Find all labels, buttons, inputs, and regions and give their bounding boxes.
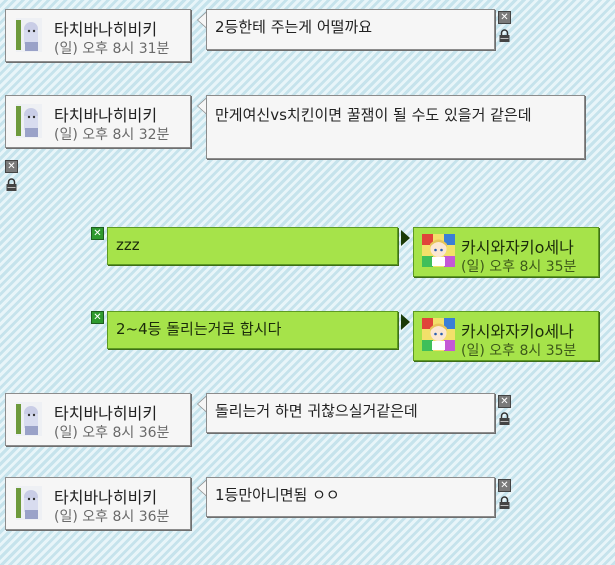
message-text: 만게여신vs치킨이면 꿀잼이 될 수도 있을거 같은데 (215, 106, 532, 124)
message-1-bubble: 2등한테 주는게 어떨까요 (206, 9, 495, 50)
sender-name[interactable]: 타치바나히비키 (54, 484, 157, 508)
avatar-hibiki-icon (16, 104, 42, 138)
message-text: 1등만아니면됨 ㅇㅇ (215, 486, 340, 504)
message-4-profile-card[interactable]: 카시와자키o세나 (일) 오후 8시 35분 (413, 311, 599, 361)
bubble-pointer (401, 314, 410, 330)
avatar[interactable] (16, 18, 42, 52)
message-4-bubble: 2~4등 돌리는거로 합시다 (107, 311, 398, 349)
avatar-hibiki-icon (16, 18, 42, 52)
message-time: (일) 오후 8시 36분 (54, 425, 170, 441)
lock-icon[interactable] (5, 177, 18, 191)
message-time: (일) 오후 8시 32분 (54, 127, 170, 143)
sender-name[interactable]: 타치바나히비키 (54, 16, 157, 40)
avatar-sena-icon (422, 234, 455, 267)
message-text: 2등한테 주는게 어떨까요 (215, 18, 373, 36)
avatar[interactable] (16, 402, 42, 436)
message-5-bubble: 돌리는거 하면 귀찮으실거같은데 (206, 393, 495, 433)
close-icon: ✕ (500, 396, 509, 407)
delete-message-button[interactable]: ✕ (91, 227, 104, 240)
close-icon: ✕ (93, 228, 102, 239)
message-time: (일) 오후 8시 35분 (461, 343, 577, 359)
avatar-sena-icon (422, 318, 455, 351)
message-text: 2~4등 돌리는거로 합시다 (116, 320, 282, 338)
message-text: zzz (116, 236, 140, 254)
message-1-profile-card[interactable]: 타치바나히비키 (일) 오후 8시 31분 (5, 9, 191, 62)
lock-icon[interactable] (498, 411, 511, 425)
message-5-profile-card[interactable]: 타치바나히비키 (일) 오후 8시 36분 (5, 393, 191, 446)
sender-name[interactable]: 타치바나히비키 (54, 102, 157, 126)
message-6-profile-card[interactable]: 타치바나히비키 (일) 오후 8시 36분 (5, 477, 191, 530)
close-icon: ✕ (500, 12, 509, 23)
message-2-bubble: 만게여신vs치킨이면 꿀잼이 될 수도 있을거 같은데 (206, 95, 585, 159)
message-time: (일) 오후 8시 36분 (54, 509, 170, 525)
message-3-bubble: zzz (107, 227, 398, 265)
delete-message-button[interactable]: ✕ (498, 395, 511, 408)
delete-message-button[interactable]: ✕ (91, 311, 104, 324)
close-icon: ✕ (500, 480, 509, 491)
avatar[interactable] (16, 486, 42, 520)
lock-icon[interactable] (498, 28, 511, 42)
delete-message-button[interactable]: ✕ (498, 479, 511, 492)
message-text: 돌리는거 하면 귀찮으실거같은데 (215, 402, 418, 420)
close-icon: ✕ (7, 161, 16, 172)
delete-message-button[interactable]: ✕ (498, 11, 511, 24)
avatar-hibiki-icon (16, 402, 42, 436)
delete-message-button[interactable]: ✕ (5, 160, 18, 173)
message-2-profile-card[interactable]: 타치바나히비키 (일) 오후 8시 32분 (5, 95, 191, 148)
message-6-bubble: 1등만아니면됨 ㅇㅇ (206, 477, 495, 517)
lock-icon[interactable] (498, 495, 511, 509)
bubble-pointer (401, 230, 410, 246)
sender-name[interactable]: 카시와자키o세나 (461, 234, 574, 258)
avatar-hibiki-icon (16, 486, 42, 520)
sender-name[interactable]: 타치바나히비키 (54, 400, 157, 424)
message-time: (일) 오후 8시 35분 (461, 259, 577, 275)
avatar[interactable] (422, 318, 455, 351)
sender-name[interactable]: 카시와자키o세나 (461, 318, 574, 342)
close-icon: ✕ (93, 312, 102, 323)
avatar[interactable] (422, 234, 455, 267)
message-3-profile-card[interactable]: 카시와자키o세나 (일) 오후 8시 35분 (413, 227, 599, 277)
avatar[interactable] (16, 104, 42, 138)
message-time: (일) 오후 8시 31분 (54, 41, 170, 57)
